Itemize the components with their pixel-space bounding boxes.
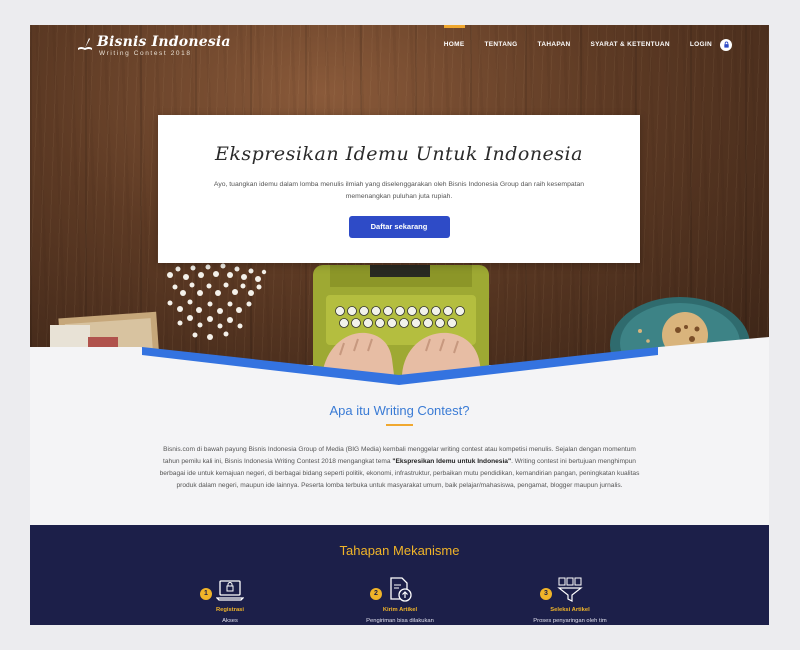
about-heading: Apa itu Writing Contest? — [329, 403, 470, 418]
mechanism-heading: Tahapan Mekanisme — [339, 543, 460, 558]
step-description: Akses — [222, 618, 238, 624]
mechanism-section: Tahapan Mekanisme 1 Registrasi Akses 2 K… — [30, 525, 769, 625]
logo-name: Bisnis Indonesia — [97, 34, 231, 50]
step-title: Seleksi Artikel — [550, 607, 590, 613]
main-nav: HOME TENTANG TAHAPAN SYARAT & KETENTUAN … — [434, 25, 732, 52]
nav-tentang[interactable]: TENTANG — [475, 37, 528, 52]
hero-section: Bisnis Indonesia Writing Contest 2018 HO… — [30, 25, 769, 395]
step-title: Registrasi — [215, 607, 245, 613]
nav-tahapan[interactable]: TAHAPAN — [528, 37, 581, 52]
step-title: Kirim Artikel — [382, 607, 418, 613]
laptop-lock-icon — [216, 580, 244, 601]
document-upload-icon — [390, 577, 412, 602]
hero-card: Ekspresikan Idemu Untuk Indonesia Ayo, t… — [158, 115, 640, 263]
flowers-decoration — [167, 263, 267, 340]
step-description: Pengiriman bisa dilakukan — [366, 618, 434, 624]
hero-title: Ekspresikan Idemu Untuk Indonesia — [215, 143, 583, 165]
typewriter-decoration — [313, 265, 489, 375]
top-navigation-bar: Bisnis Indonesia Writing Contest 2018 HO… — [30, 25, 769, 65]
about-body-theme: "Ekspresikan Idemu untuk Indonesia" — [392, 458, 512, 465]
books-decoration — [50, 311, 160, 369]
about-body: Bisnis.com di bawah payung Bisnis Indone… — [155, 444, 644, 492]
logo-tagline: Writing Contest 2018 — [99, 50, 192, 57]
nav-home[interactable]: HOME — [434, 25, 475, 52]
register-now-button[interactable]: Daftar sekarang — [348, 216, 450, 238]
book-quill-icon — [78, 38, 92, 50]
nav-login[interactable]: LOGIN — [680, 37, 722, 52]
step-number: 2 — [370, 588, 382, 600]
nav-syarat-ketentuan[interactable]: SYARAT & KETENTUAN — [580, 37, 679, 52]
step-description: Proses penyaringan oleh tim — [533, 618, 607, 624]
filter-documents-icon — [557, 577, 583, 602]
step-number: 3 — [540, 588, 552, 600]
hero-subtitle: Ayo, tuangkan idemu dalam lomba menulis … — [213, 181, 585, 200]
about-section: Apa itu Writing Contest? Bisnis.com di b… — [30, 365, 769, 525]
heading-underline — [386, 424, 413, 426]
browser-page: Bisnis Indonesia Writing Contest 2018 HO… — [30, 25, 769, 625]
step-number: 1 — [200, 588, 212, 600]
